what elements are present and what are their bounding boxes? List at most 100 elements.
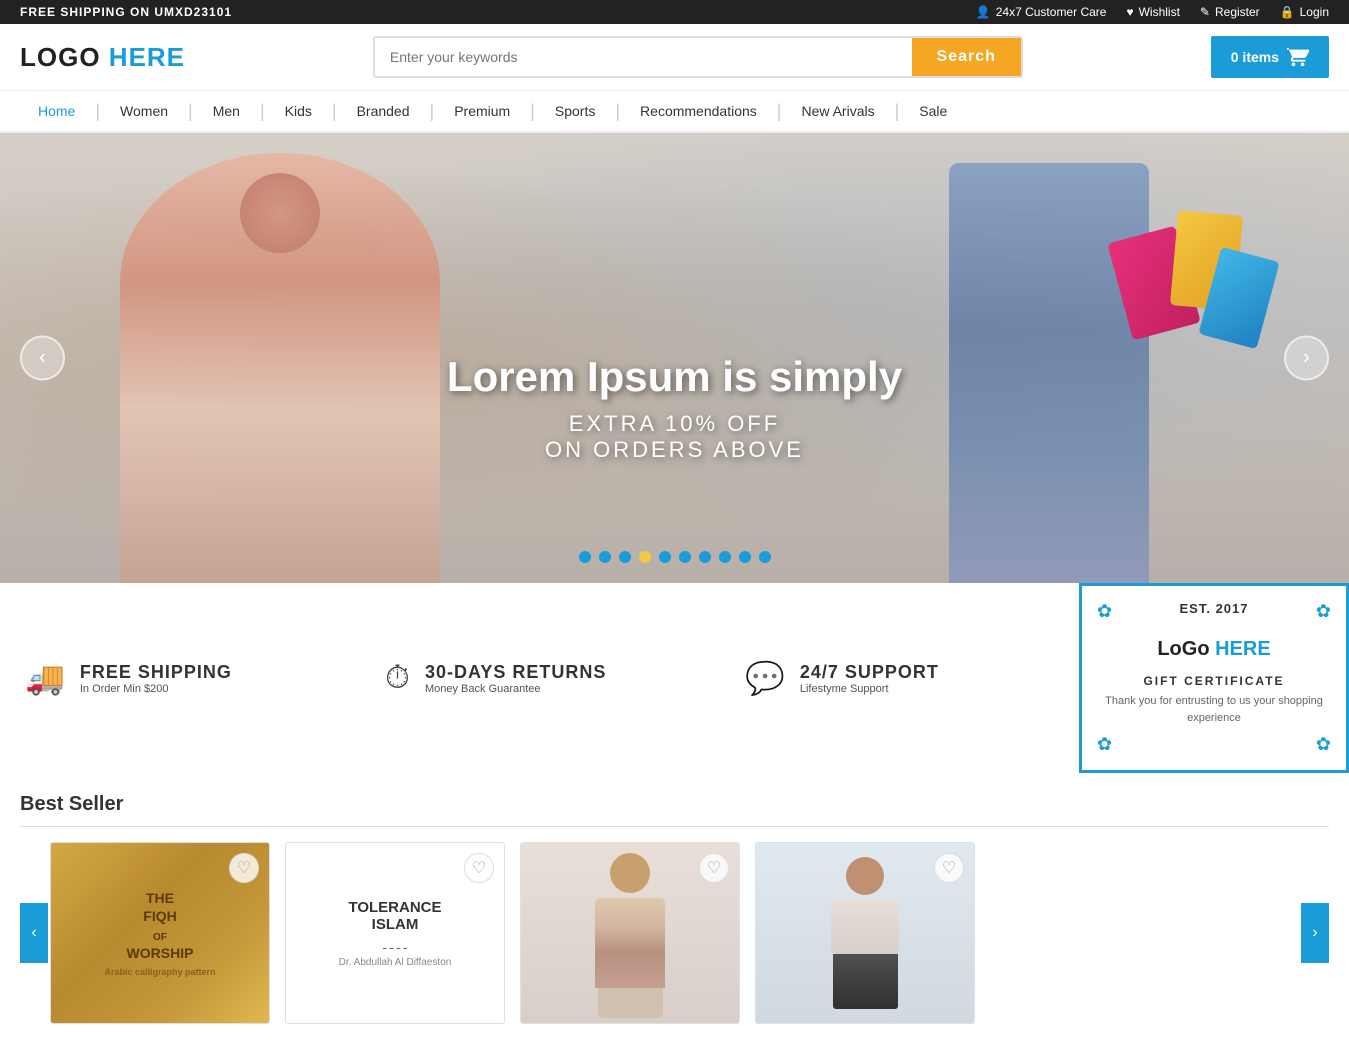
product-image-fashion2: ♡	[756, 843, 974, 1023]
gift-logo: LoGo HERE	[1157, 638, 1270, 661]
logo: LoGo HERE	[20, 42, 185, 73]
fashion1-figure	[590, 853, 670, 1013]
logo-blue-text: HERE	[101, 42, 185, 72]
nav-item-home[interactable]: Home	[20, 91, 93, 131]
products-prev-button[interactable]: ‹	[20, 903, 48, 963]
nav-item-sale[interactable]: Sale	[901, 91, 965, 131]
wishlist-btn-fiqh[interactable]: ♡	[229, 853, 259, 883]
product-image-fashion1: ♡	[521, 843, 739, 1023]
nav-link-women[interactable]: Women	[102, 91, 186, 131]
carousel-dot-8[interactable]	[719, 551, 731, 563]
benefit-support-title: 24/7 SUPPORT	[800, 662, 939, 683]
gift-card-title: GIFT CERTIFICATE	[1143, 674, 1284, 688]
hero-next-button[interactable]: ›	[1284, 336, 1329, 381]
carousel-dot-7[interactable]	[699, 551, 711, 563]
nav-item-kids[interactable]: Kids	[267, 91, 330, 131]
carousel-dot-5[interactable]	[659, 551, 671, 563]
nav-separator: |	[258, 101, 267, 122]
carousel-dot-1[interactable]	[579, 551, 591, 563]
benefit-shipping-text: FREE SHIPPING In Order Min $200	[80, 662, 232, 695]
benefits-bar: 🚚 FREE SHIPPING In Order Min $200 ⏱ 30-D…	[0, 583, 1079, 773]
logo-dark-text: LoGo	[20, 42, 101, 72]
top-bar: FREE SHIPPING ON UMXD23101 👤 24x7 Custom…	[0, 0, 1349, 24]
nav-separator: |	[528, 101, 537, 122]
products-next-button[interactable]: ›	[1301, 903, 1329, 963]
benefit-shipping-title: FREE SHIPPING	[80, 662, 232, 683]
person1-body	[595, 898, 665, 988]
person1-legs	[598, 988, 663, 1018]
carousel-dot-4[interactable]	[639, 551, 651, 563]
book1-title: THEFIQHOFWORSHIP	[104, 889, 215, 962]
nav-item-premium[interactable]: Premium	[436, 91, 528, 131]
nav-item-branded[interactable]: Branded	[339, 91, 428, 131]
wishlist-link[interactable]: ♥ Wishlist	[1126, 5, 1179, 19]
carousel-dot-6[interactable]	[679, 551, 691, 563]
person2-bottom	[833, 954, 898, 1009]
carousel-dot-2[interactable]	[599, 551, 611, 563]
gift-snowflake-bottom-left: ✿	[1097, 734, 1112, 755]
search-input[interactable]	[375, 38, 912, 76]
product-card-fashion1: ♡	[520, 842, 740, 1024]
login-link[interactable]: 🔒 Login	[1280, 5, 1329, 19]
hero-carousel: Lorem Ipsum is simply EXTRA 10% OFF ON O…	[0, 133, 1349, 583]
nav-link-branded[interactable]: Branded	[339, 91, 428, 131]
nav-link-men[interactable]: Men	[195, 91, 258, 131]
hero-heading: Lorem Ipsum is simply	[447, 353, 902, 401]
promo-text: FREE SHIPPING ON UMXD23101	[20, 5, 232, 19]
benefits-section: 🚚 FREE SHIPPING In Order Min $200 ⏱ 30-D…	[0, 583, 1349, 773]
gift-card: ✿ EST. 2017 ✿ LoGo HERE GIFT CERTIFICATE…	[1079, 583, 1349, 773]
hero-figure-person	[949, 163, 1149, 583]
products-row: THEFIQHOFWORSHIP Arabic calligraphy patt…	[20, 842, 1329, 1024]
benefit-returns: ⏱ 30-DAYS RETURNS Money Back Guarantee	[360, 583, 720, 773]
person1-head	[610, 853, 650, 893]
gift-logo-dark: LoGo	[1157, 638, 1209, 660]
gift-snowflake-bottom-right: ✿	[1316, 734, 1331, 755]
gift-card-footer: ✿ ✿	[1097, 734, 1331, 755]
nav-link-premium[interactable]: Premium	[436, 91, 528, 131]
wishlist-btn-fashion2[interactable]: ♡	[934, 853, 964, 883]
lock-icon: 🔒	[1280, 5, 1295, 19]
nav-item-new-arrivals[interactable]: New Arivals	[783, 91, 892, 131]
nav-separator: |	[775, 101, 784, 122]
nav-link-kids[interactable]: Kids	[267, 91, 330, 131]
customer-care[interactable]: 👤 24x7 Customer Care	[976, 5, 1107, 19]
cart-items-label: 0 items	[1231, 49, 1279, 65]
nav-separator: |	[893, 101, 902, 122]
cart-button[interactable]: 0 items	[1211, 36, 1329, 78]
nav-separator: |	[186, 101, 195, 122]
nav-separator: |	[613, 101, 622, 122]
product-card-fiqh: THEFIQHOFWORSHIP Arabic calligraphy patt…	[50, 842, 270, 1024]
register-link[interactable]: ✎ Register	[1200, 5, 1260, 19]
main-nav: Home | Women | Men | Kids | Branded | Pr…	[0, 91, 1349, 133]
nav-item-sports[interactable]: Sports	[537, 91, 613, 131]
product-image-tolerance: TOLERANCE ISLAM ـ ـ ـ ـ Dr. Abdullah Al …	[286, 843, 504, 1023]
carousel-dots	[579, 551, 771, 563]
nav-link-sports[interactable]: Sports	[537, 91, 613, 131]
nav-link-recommendations[interactable]: Recommendations	[622, 91, 775, 131]
product-image-fiqh: THEFIQHOFWORSHIP Arabic calligraphy patt…	[51, 843, 269, 1023]
nav-item-men[interactable]: Men	[195, 91, 258, 131]
user-icon: 👤	[976, 5, 991, 19]
best-seller-title: Best Seller	[20, 793, 1329, 827]
shipping-icon: 🚚	[25, 659, 65, 697]
search-bar: Search	[373, 36, 1023, 78]
hero-text-block: Lorem Ipsum is simply EXTRA 10% OFF ON O…	[447, 353, 902, 463]
hero-prev-button[interactable]: ‹	[20, 336, 65, 381]
nav-link-new-arrivals[interactable]: New Arivals	[783, 91, 892, 131]
wishlist-btn-fashion1[interactable]: ♡	[699, 853, 729, 883]
benefit-support-subtitle: Lifestyme Support	[800, 683, 939, 695]
nav-item-women[interactable]: Women	[102, 91, 186, 131]
nav-link-sale[interactable]: Sale	[901, 91, 965, 131]
carousel-dot-9[interactable]	[739, 551, 751, 563]
benefit-shipping-subtitle: In Order Min $200	[80, 683, 232, 695]
carousel-dot-3[interactable]	[619, 551, 631, 563]
wishlist-btn-tolerance[interactable]: ♡	[464, 853, 494, 883]
nav-item-recommendations[interactable]: Recommendations	[622, 91, 775, 131]
carousel-dot-10[interactable]	[759, 551, 771, 563]
nav-link-home[interactable]: Home	[20, 91, 93, 131]
search-button[interactable]: Search	[912, 38, 1021, 76]
best-seller-section: Best Seller ‹ THEFIQHOFWORSHIP Arabic ca…	[0, 773, 1349, 1044]
nav-separator: |	[93, 101, 102, 122]
gift-card-desc: Thank you for entrusting to us your shop…	[1097, 693, 1331, 726]
book2-author: Dr. Abdullah Al Diffaeston	[339, 957, 452, 968]
